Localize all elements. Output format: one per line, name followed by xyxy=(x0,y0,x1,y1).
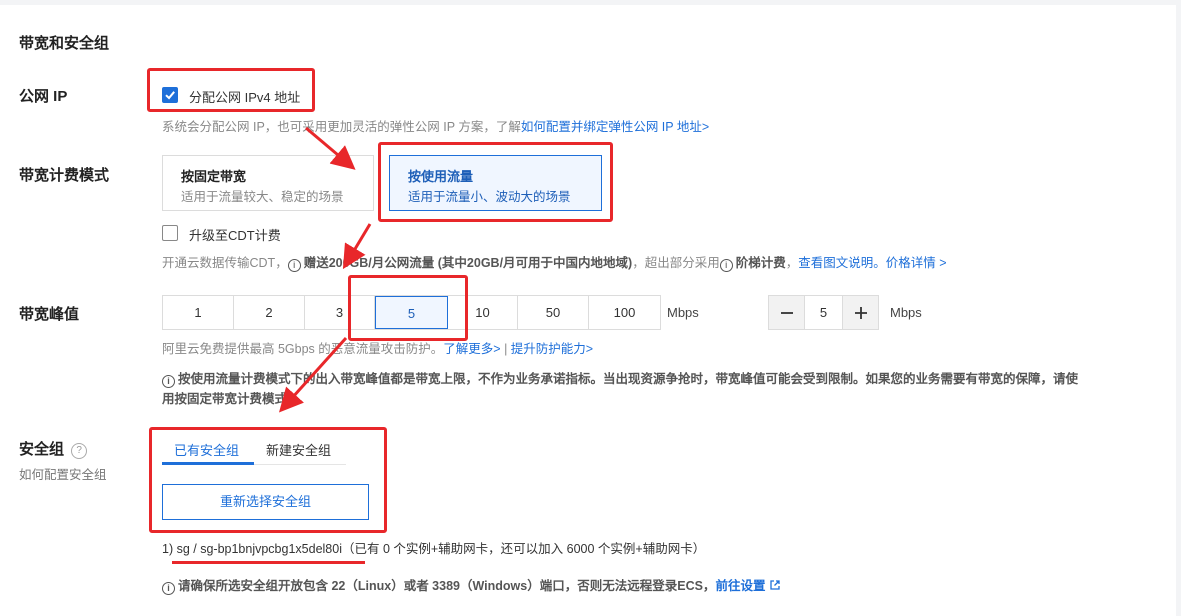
annotation-arrow xyxy=(278,336,348,413)
annotation-arrow xyxy=(305,126,356,170)
annotation-arrows xyxy=(278,126,372,413)
annotation-arrow xyxy=(342,223,372,270)
